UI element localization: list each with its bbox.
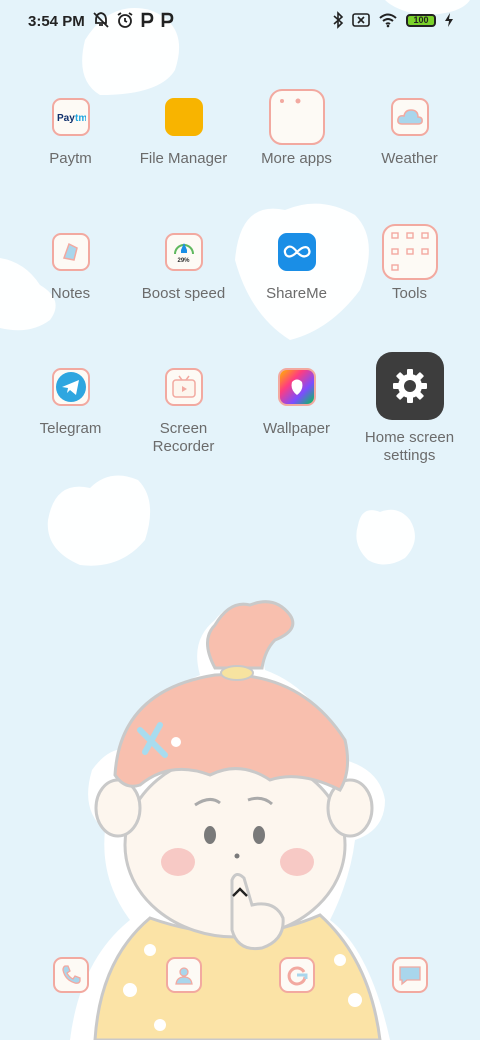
- boost-badge: 29%: [177, 258, 190, 264]
- wallpaper-icon: [277, 368, 316, 406]
- tools-grid-icon: [381, 224, 438, 280]
- browser-icon: [278, 957, 315, 993]
- paytm-icon: Pay tm: [51, 98, 90, 136]
- app-label: ShareMe: [266, 285, 327, 302]
- parking-icon: [161, 12, 174, 27]
- app-more-apps[interactable]: More apps: [240, 89, 353, 168]
- app-label: Wallpaper: [263, 420, 330, 437]
- folder-icon: [164, 98, 203, 136]
- folder-grid-icon: [268, 89, 325, 145]
- app-boost-speed[interactable]: 29% Boost speed: [127, 233, 240, 303]
- alarm-icon: [117, 12, 133, 28]
- dock-contacts[interactable]: [127, 957, 240, 993]
- app-notes[interactable]: Notes: [14, 233, 127, 303]
- rocket-icon: 29%: [164, 233, 203, 271]
- app-label: Telegram: [39, 420, 102, 437]
- app-paytm[interactable]: Pay tm Paytm: [14, 98, 127, 168]
- app-wallpaper[interactable]: Wallpaper: [240, 368, 353, 438]
- app-label: Screen Recorder: [152, 420, 215, 455]
- app-shareme[interactable]: ShareMe: [240, 233, 353, 303]
- infinity-icon: [277, 233, 316, 271]
- app-screen-recorder[interactable]: Screen Recorder: [127, 368, 240, 456]
- app-label: Tools: [391, 285, 428, 302]
- sim-off-icon: [352, 13, 370, 27]
- battery-icon: 100: [406, 13, 436, 27]
- status-bar: 3:54 PM 100: [0, 0, 480, 42]
- telegram-icon: [51, 368, 90, 406]
- app-weather[interactable]: Weather: [353, 98, 466, 168]
- phone-icon: [52, 957, 89, 993]
- app-label: Boost speed: [141, 285, 226, 302]
- gear-icon: [375, 352, 444, 420]
- app-tools[interactable]: Tools: [353, 224, 466, 303]
- cloud-icon: [390, 98, 429, 136]
- status-time: 3:54 PM: [28, 13, 85, 30]
- notes-icon: [51, 233, 90, 271]
- status-right-icons: 100: [332, 11, 454, 29]
- app-label: Paytm: [49, 150, 92, 167]
- app-label: More apps: [261, 150, 332, 167]
- notification-off-icon: [93, 12, 109, 28]
- app-telegram[interactable]: Telegram: [14, 368, 127, 438]
- chevron-up-icon[interactable]: [231, 886, 249, 898]
- bluetooth-icon: [333, 11, 344, 29]
- svg-text:Pay: Pay: [57, 113, 75, 124]
- recorder-icon: [164, 368, 203, 406]
- app-label: Home screen settings: [364, 429, 455, 464]
- messages-icon: [391, 957, 428, 993]
- app-label: Notes: [50, 285, 91, 302]
- dock-phone[interactable]: [14, 957, 127, 993]
- app-home-screen-settings[interactable]: Home screen settings: [353, 352, 466, 465]
- contacts-icon: [165, 957, 202, 993]
- app-label: Weather: [381, 150, 438, 167]
- app-file-manager[interactable]: File Manager: [127, 98, 240, 168]
- dock-messages[interactable]: [353, 957, 466, 993]
- charging-icon: [445, 13, 453, 27]
- status-left-icons: [92, 11, 174, 29]
- svg-text:tm: tm: [75, 113, 86, 124]
- wifi-icon: [379, 13, 397, 28]
- dock-browser[interactable]: [240, 957, 353, 993]
- battery-level: 100: [413, 15, 429, 25]
- parking-icon: [141, 12, 154, 27]
- app-label: File Manager: [139, 150, 228, 167]
